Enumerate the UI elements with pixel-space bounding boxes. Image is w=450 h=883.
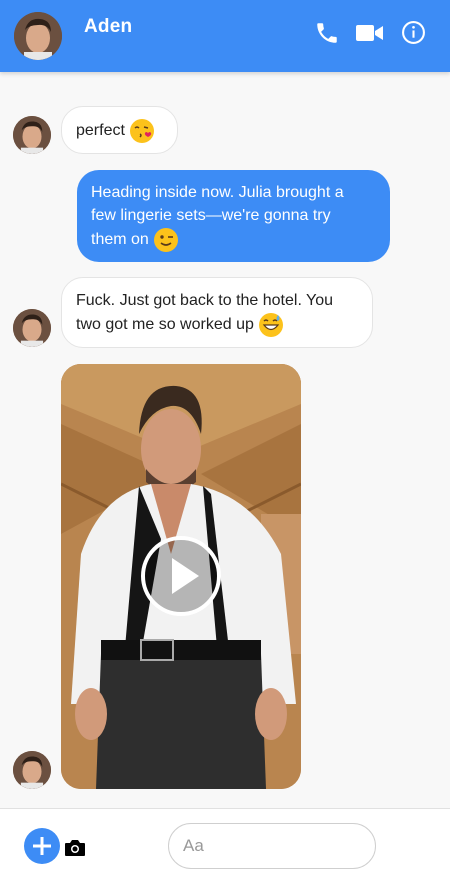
camera-icon[interactable] <box>64 839 86 862</box>
message-line: Heading inside now. Julia brought a <box>91 184 344 201</box>
incoming-message: Fuck. Just got back to the hotel. You tw… <box>61 277 373 348</box>
plus-icon[interactable] <box>24 828 60 864</box>
video-camera-icon[interactable] <box>355 22 385 49</box>
contact-avatar[interactable] <box>14 12 62 60</box>
message-line: them on <box>91 231 149 249</box>
chat-header: Aden <box>0 0 450 72</box>
sender-avatar <box>13 751 51 789</box>
outgoing-message: Heading inside now. Julia brought a few … <box>77 170 390 262</box>
message-composer <box>0 808 450 883</box>
contact-name[interactable]: Aden <box>84 16 132 38</box>
kissing-heart-emoji <box>129 118 155 144</box>
video-message[interactable] <box>61 364 301 789</box>
phone-icon[interactable] <box>314 20 340 51</box>
grinning-sweat-emoji <box>258 312 284 338</box>
winking-face-emoji <box>153 227 179 253</box>
message-input[interactable] <box>168 823 376 869</box>
info-icon[interactable] <box>401 20 426 50</box>
incoming-message: perfect <box>61 106 178 154</box>
message-text: perfect <box>76 122 125 140</box>
message-line: Fuck. Just got back to the hotel. You <box>76 292 334 309</box>
message-line: two got me so worked up <box>76 316 254 334</box>
message-line: few lingerie sets—we're gonna try <box>91 207 331 224</box>
play-icon[interactable] <box>139 534 223 618</box>
sender-avatar <box>13 116 51 154</box>
sender-avatar <box>13 309 51 347</box>
